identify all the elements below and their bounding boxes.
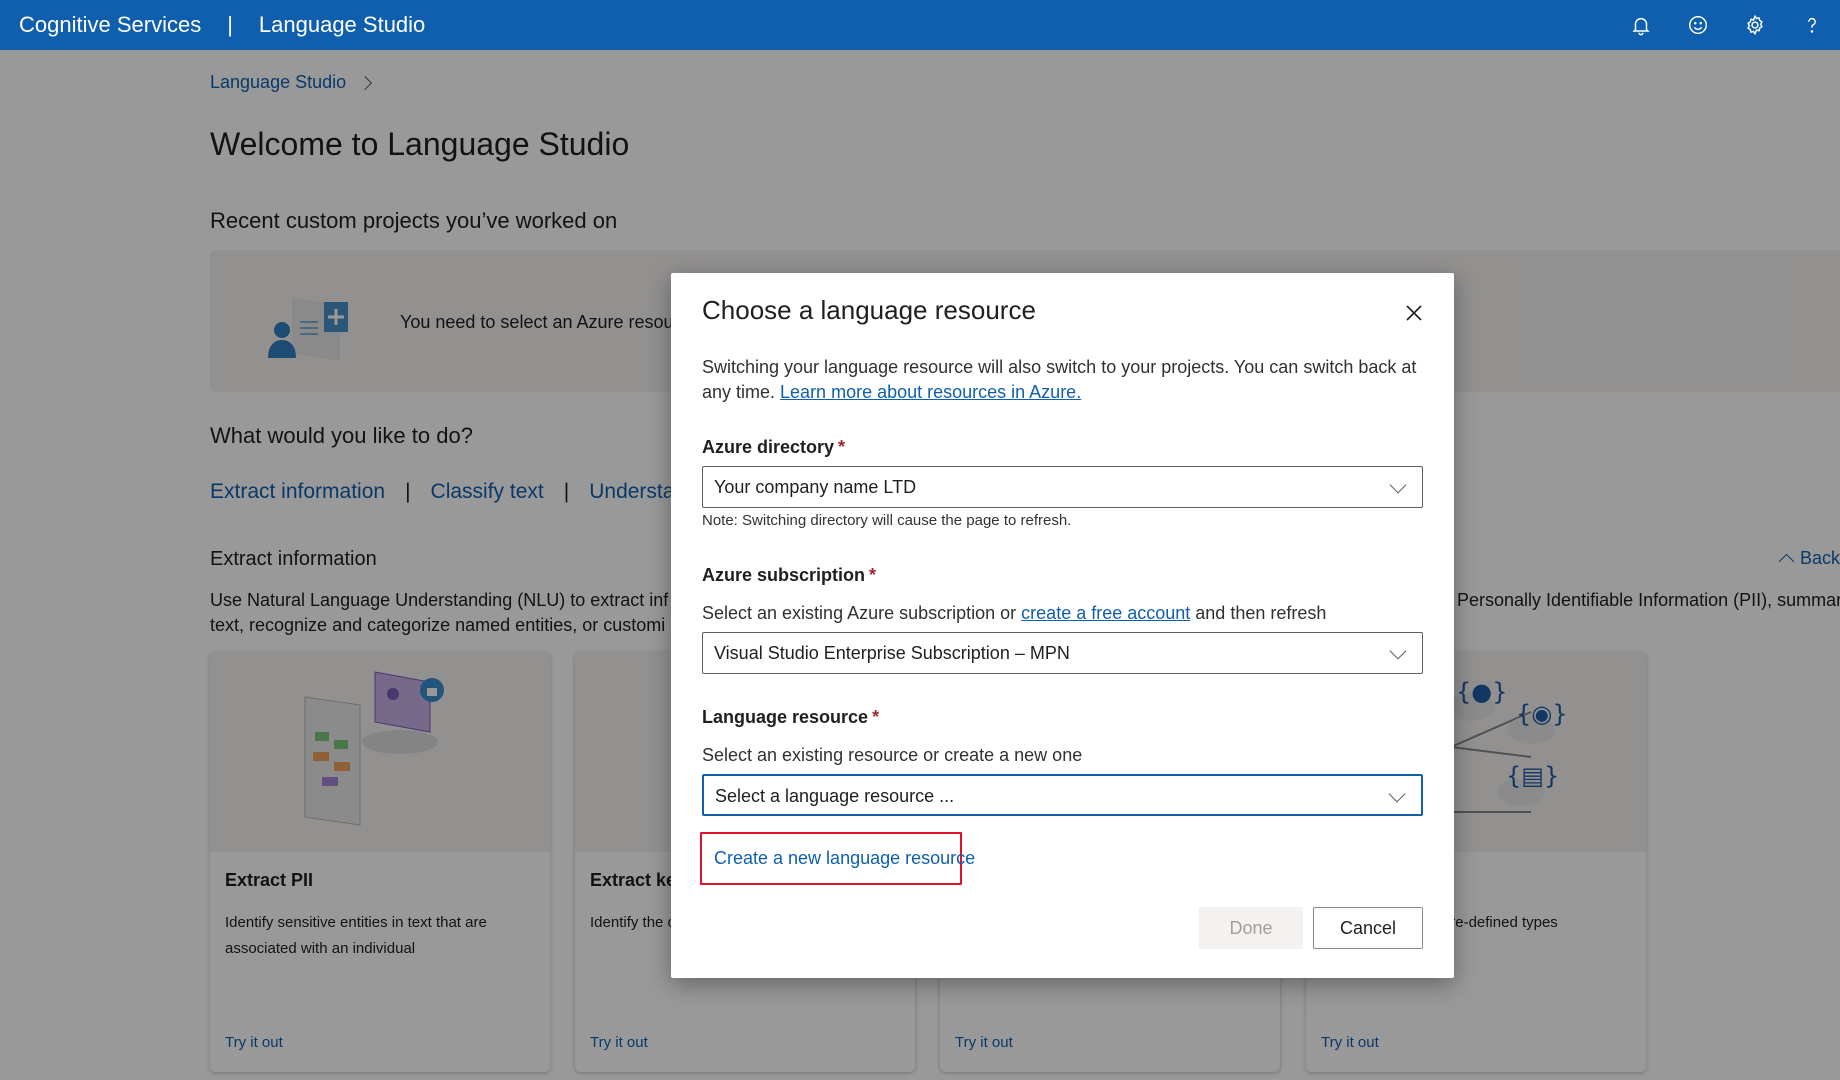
subscription-helper-suffix: and then refresh (1190, 603, 1327, 623)
close-button[interactable] (1402, 301, 1426, 325)
language-resource-placeholder: Select a language resource ... (715, 786, 955, 806)
gear-icon (1746, 14, 1763, 36)
dialog-intro: Switching your language resource will al… (702, 355, 1432, 405)
done-button[interactable]: Done (1199, 907, 1303, 949)
language-resource-dropdown[interactable]: Select a language resource ... (702, 774, 1423, 816)
create-resource-highlight: Create a new language resource (700, 832, 975, 885)
settings-button[interactable] (1726, 0, 1783, 50)
chevron-down-icon (1389, 476, 1407, 494)
azure-subscription-value: Visual Studio Enterprise Subscription – … (714, 643, 1070, 663)
azure-directory-label-text: Azure directory (702, 437, 835, 457)
choose-language-resource-dialog: Choose a language resource Switching you… (671, 273, 1454, 978)
language-resource-label: Language resource * (702, 707, 879, 728)
learn-more-link[interactable]: Learn more about resources in Azure. (780, 382, 1081, 402)
azure-directory-dropdown[interactable]: Your company name LTD (702, 466, 1423, 508)
azure-subscription-label: Azure subscription * (702, 565, 876, 586)
required-marker: * (872, 707, 880, 727)
create-free-account-link[interactable]: create a free account (1021, 603, 1190, 623)
azure-subscription-dropdown[interactable]: Visual Studio Enterprise Subscription – … (702, 632, 1423, 674)
azure-directory-value: Your company name LTD (714, 477, 917, 497)
help-icon (1807, 17, 1816, 33)
close-icon (1406, 305, 1422, 321)
required-marker: * (838, 437, 846, 457)
brand-separator: | (227, 12, 233, 37)
chevron-down-icon (1388, 785, 1406, 803)
azure-directory-label: Azure directory * (702, 437, 845, 458)
language-resource-helper: Select an existing resource or create a … (702, 745, 1083, 765)
product-link[interactable]: Language Studio (259, 12, 425, 38)
top-bar: Cognitive Services | Language Studio (0, 0, 1840, 50)
top-bar-icons (1612, 0, 1840, 50)
language-resource-label-text: Language resource (702, 707, 869, 727)
create-new-language-resource-link[interactable]: Create a new language resource (714, 848, 975, 869)
help-button[interactable] (1783, 0, 1840, 50)
required-marker: * (869, 565, 877, 585)
feedback-button[interactable] (1669, 0, 1726, 50)
brand-link[interactable]: Cognitive Services (19, 12, 201, 38)
dialog-title: Choose a language resource (702, 295, 1036, 325)
azure-subscription-helper: Select an existing Azure subscription or… (702, 603, 1326, 624)
subscription-helper-prefix: Select an existing Azure subscription or (702, 603, 1022, 623)
smiley-icon (1688, 16, 1707, 34)
azure-subscription-label-text: Azure subscription (702, 565, 866, 585)
bell-icon (1631, 17, 1650, 36)
cancel-button[interactable]: Cancel (1313, 907, 1423, 949)
chevron-down-icon (1389, 642, 1407, 660)
notifications-button[interactable] (1612, 0, 1669, 50)
directory-note: Note: Switching directory will cause the… (702, 512, 1072, 529)
